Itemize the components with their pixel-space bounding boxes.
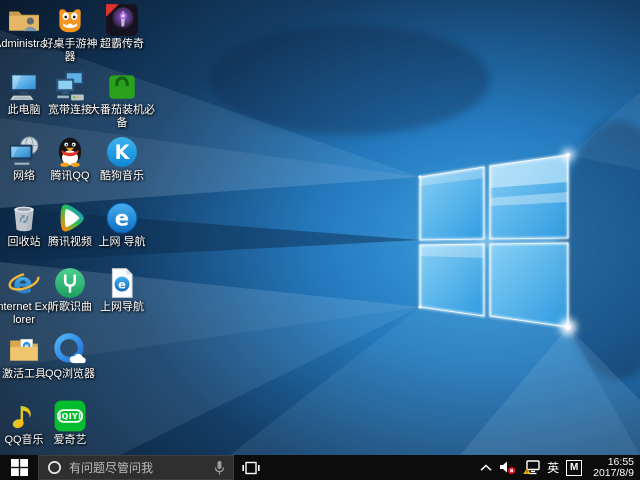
recycle-bin-icon [7,201,41,235]
tencent-video-icon [53,201,87,235]
taskbar-clock[interactable]: 16:55 2017/8/9 [589,457,634,479]
svg-text:iQIYI: iQIYI [59,412,82,421]
qq-music-icon [7,399,41,433]
ime-mode-indicator[interactable]: M [566,460,582,476]
taskbar: 有问题尽管问我 [0,455,640,480]
desktop-icon-iqiyi[interactable]: iQIYI 爱奇艺 [40,399,100,447]
icon-label: 爱奇艺 [40,434,100,447]
desktop-icon-legend-game[interactable]: 超霸传奇 [88,3,156,51]
broadband-connection-icon [53,69,87,103]
web-navigation-doc-icon: e [105,266,139,300]
windows-desktop: Administra... 好桌手游神器 [0,0,640,480]
icon-label: 上网导航 [88,301,156,314]
windows-logo-icon [11,459,28,476]
svg-text:e: e [13,266,32,300]
desktop-icon-kugou-music[interactable]: K 酷狗音乐 [88,135,156,183]
task-view-icon [242,461,260,475]
kugou-music-icon: K [105,135,139,169]
desktop-icon-tomato-pack[interactable]: 大番茄装机必备 [88,69,156,130]
system-tray: 英 M 16:55 2017/8/9 [480,455,640,480]
svg-text:e: e [118,277,126,291]
icon-label: 上网 导航 [88,236,156,249]
web-navigation-e-icon: e [105,201,139,235]
tomato-bag-icon [105,69,139,103]
task-view-button[interactable] [234,455,268,480]
desktop-icon-qq-browser[interactable]: QQ浏览器 [40,333,100,381]
svg-text:K: K [115,141,131,164]
internet-explorer-icon: e [7,266,41,300]
icon-label: QQ浏览器 [40,368,100,381]
activation-tools-folder-icon: e [7,333,41,367]
monster-game-icon [53,3,87,37]
icon-label: 酷狗音乐 [88,170,156,183]
clock-time: 16:55 [593,457,634,468]
qq-browser-icon [53,333,87,367]
icon-label: 大番茄装机必备 [88,104,156,130]
start-button[interactable] [0,455,38,480]
this-pc-icon [7,69,41,103]
user-folder-icon [7,3,41,37]
show-hidden-icons-chevron[interactable] [480,464,492,472]
song-recognition-icon [53,266,87,300]
cortana-icon [47,460,62,475]
ime-language-indicator[interactable]: 英 [547,459,559,476]
desktop-icon-web-nav[interactable]: e 上网 导航 [88,201,156,249]
qq-penguin-icon [53,135,87,169]
desktop-icon-web-nav-doc[interactable]: e 上网导航 [88,266,156,314]
legend-game-icon [105,3,139,37]
network-warning-icon[interactable] [523,460,540,475]
taskbar-search-box[interactable]: 有问题尽管问我 [38,455,234,480]
icon-label: 超霸传奇 [88,38,156,51]
microphone-icon[interactable] [214,460,225,476]
search-placeholder: 有问题尽管问我 [69,459,207,476]
svg-text:e: e [115,206,129,231]
network-icon [7,135,41,169]
iqiyi-icon: iQIYI [53,399,87,433]
volume-muted-icon[interactable] [499,460,516,475]
clock-date: 2017/8/9 [593,468,634,479]
taskbar-empty-area [268,455,480,480]
